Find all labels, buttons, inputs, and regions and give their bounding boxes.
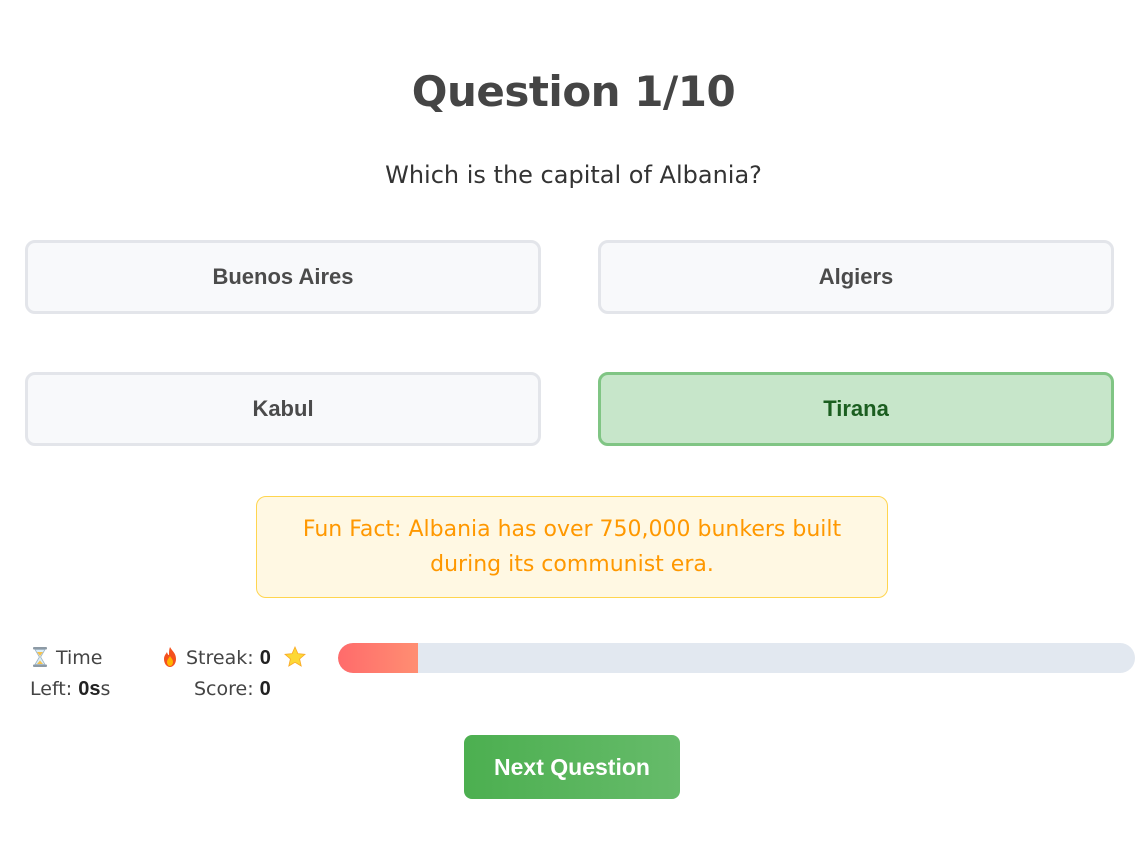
fire-icon bbox=[160, 646, 180, 668]
answer-option-2[interactable]: Algiers bbox=[598, 240, 1114, 314]
time-left-stat: Time Left: 0ss bbox=[30, 643, 140, 705]
hourglass-icon bbox=[30, 646, 50, 668]
answer-option-label: Kabul bbox=[252, 396, 314, 421]
answer-option-3[interactable]: Kabul bbox=[25, 372, 541, 446]
star-icon bbox=[283, 646, 307, 668]
streak-label: Streak: bbox=[186, 647, 254, 669]
answer-option-4-correct[interactable]: Tirana bbox=[598, 372, 1114, 446]
streak-score-stat: Streak: 0 Score: 0 bbox=[160, 643, 330, 705]
time-suffix: s bbox=[100, 678, 111, 700]
time-value: 0s bbox=[78, 678, 101, 700]
page-title: Question 1/10 bbox=[411, 67, 736, 116]
answer-option-label: Algiers bbox=[818, 264, 894, 289]
answer-option-1[interactable]: Buenos Aires bbox=[25, 240, 541, 314]
score-label: Score: bbox=[194, 678, 254, 700]
streak-value: 0 bbox=[259, 647, 271, 669]
time-left-label: Left: bbox=[30, 678, 73, 700]
time-label: Time bbox=[56, 647, 103, 669]
fun-fact-box: Fun Fact: Albania has over 750,000 bunke… bbox=[256, 496, 888, 598]
progress-bar bbox=[338, 643, 1135, 673]
answer-option-label: Buenos Aires bbox=[212, 264, 354, 289]
answer-option-label: Tirana bbox=[823, 396, 889, 421]
quiz-page: Question 1/10 Which is the capital of Al… bbox=[0, 0, 1147, 856]
next-question-button[interactable]: Next Question bbox=[464, 735, 680, 799]
progress-bar-fill bbox=[338, 643, 418, 673]
score-value: 0 bbox=[259, 678, 271, 700]
question-text: Which is the capital of Albania? bbox=[385, 161, 762, 189]
